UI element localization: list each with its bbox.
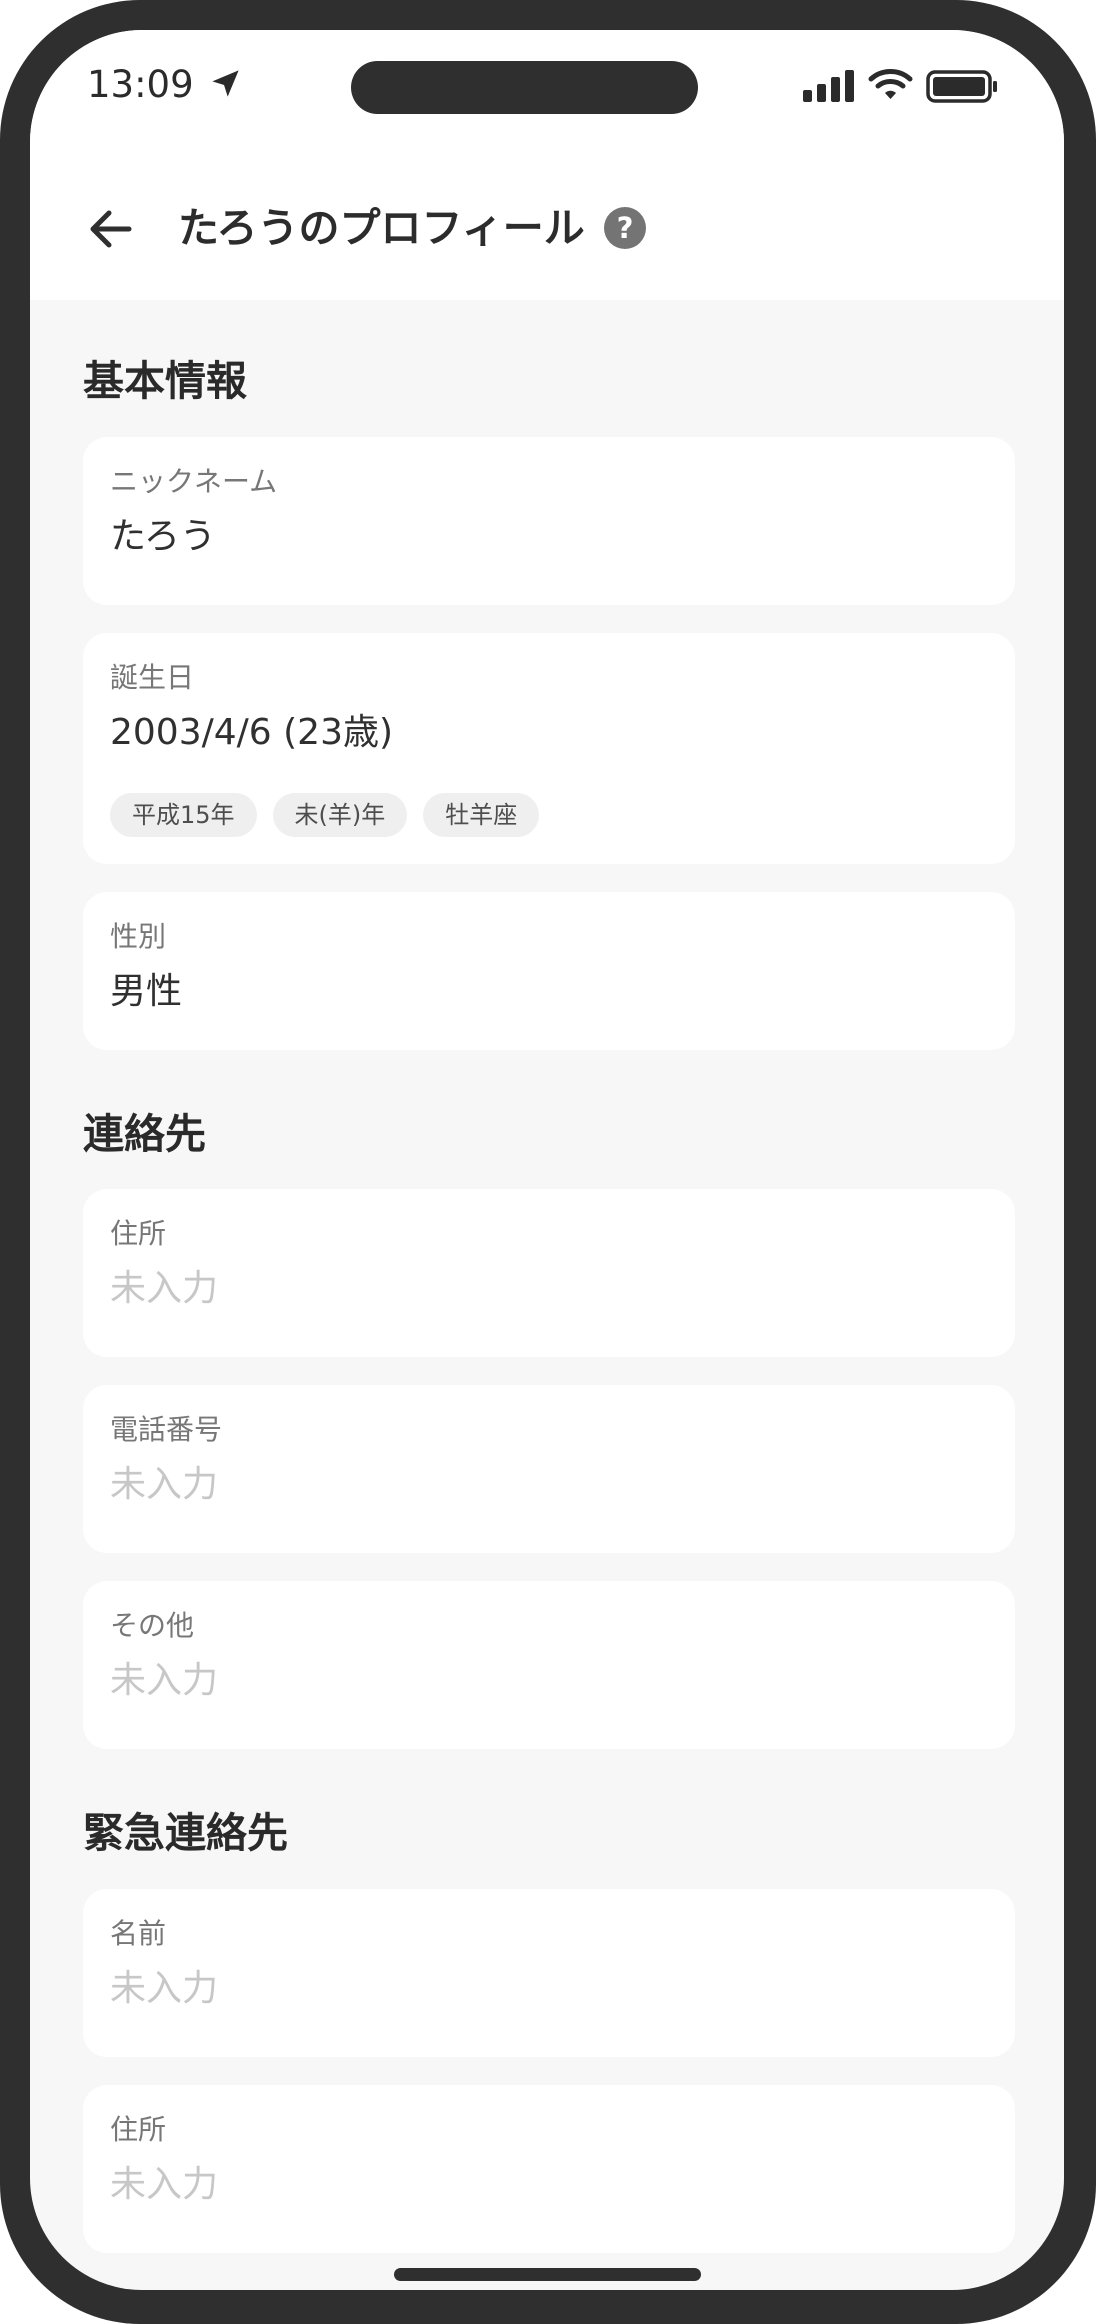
emergency-address-field[interactable]: 住所 未入力 xyxy=(83,2085,1015,2253)
birthday-field[interactable]: 誕生日 2003/4/6 (23歳) 平成15年 未(羊)年 牡羊座 xyxy=(83,633,1015,864)
field-label: その他 xyxy=(110,1609,195,1642)
other-contact-field[interactable]: その他 未入力 xyxy=(83,1581,1015,1749)
battery-full-icon xyxy=(926,70,997,103)
field-label: 住所 xyxy=(110,2113,167,2146)
field-value: 未入力 xyxy=(110,1464,219,1505)
top-area: 13:09 たろうのプロフィール ? xyxy=(30,30,1064,300)
page-title: たろうのプロフィール xyxy=(178,204,585,252)
emergency-name-field[interactable]: 名前 未入力 xyxy=(83,1889,1015,2057)
wifi-icon xyxy=(868,69,913,99)
field-label: 住所 xyxy=(110,1217,167,1250)
field-value: 男性 xyxy=(110,971,183,1012)
nickname-field[interactable]: ニックネーム たろう xyxy=(83,437,1015,605)
address-field[interactable]: 住所 未入力 xyxy=(83,1189,1015,1357)
field-label: 名前 xyxy=(110,1917,167,1950)
field-label: ニックネーム xyxy=(110,465,278,498)
back-button[interactable] xyxy=(80,198,142,260)
app-screen: 13:09 たろうのプロフィール ? 基本情報 ニックネーム たろう 誕生日 2… xyxy=(30,30,1064,2290)
star-sign-chip: 牡羊座 xyxy=(423,793,540,837)
gender-field[interactable]: 性別 男性 xyxy=(83,892,1015,1050)
section-heading-contact: 連絡先 xyxy=(83,1110,206,1158)
field-value: たろう xyxy=(110,516,216,557)
phone-number-field[interactable]: 電話番号 未入力 xyxy=(83,1385,1015,1553)
home-indicator[interactable] xyxy=(394,2268,701,2281)
field-value: 2003/4/6 (23歳) xyxy=(110,712,394,753)
section-heading-basic-info: 基本情報 xyxy=(83,357,247,405)
field-value: 未入力 xyxy=(110,2164,219,2205)
help-button[interactable]: ? xyxy=(604,207,646,249)
field-label: 電話番号 xyxy=(110,1413,223,1446)
location-arrow-icon xyxy=(212,70,239,97)
phone-frame: 13:09 たろうのプロフィール ? 基本情報 ニックネーム たろう 誕生日 2… xyxy=(0,0,1096,2324)
arrow-left-icon xyxy=(90,210,132,248)
cellular-signal-icon xyxy=(803,70,854,102)
status-time: 13:09 xyxy=(87,63,194,106)
field-label: 性別 xyxy=(110,920,167,953)
section-heading-emergency-contact: 緊急連絡先 xyxy=(83,1809,288,1857)
field-label: 誕生日 xyxy=(110,661,195,694)
field-value: 未入力 xyxy=(110,1660,219,1701)
dynamic-island xyxy=(351,61,698,114)
birthday-tags: 平成15年 未(羊)年 牡羊座 xyxy=(110,793,540,837)
field-value: 未入力 xyxy=(110,1968,219,2009)
japanese-era-chip: 平成15年 xyxy=(110,793,257,837)
field-value: 未入力 xyxy=(110,1268,219,1309)
zodiac-year-chip: 未(羊)年 xyxy=(272,793,408,837)
